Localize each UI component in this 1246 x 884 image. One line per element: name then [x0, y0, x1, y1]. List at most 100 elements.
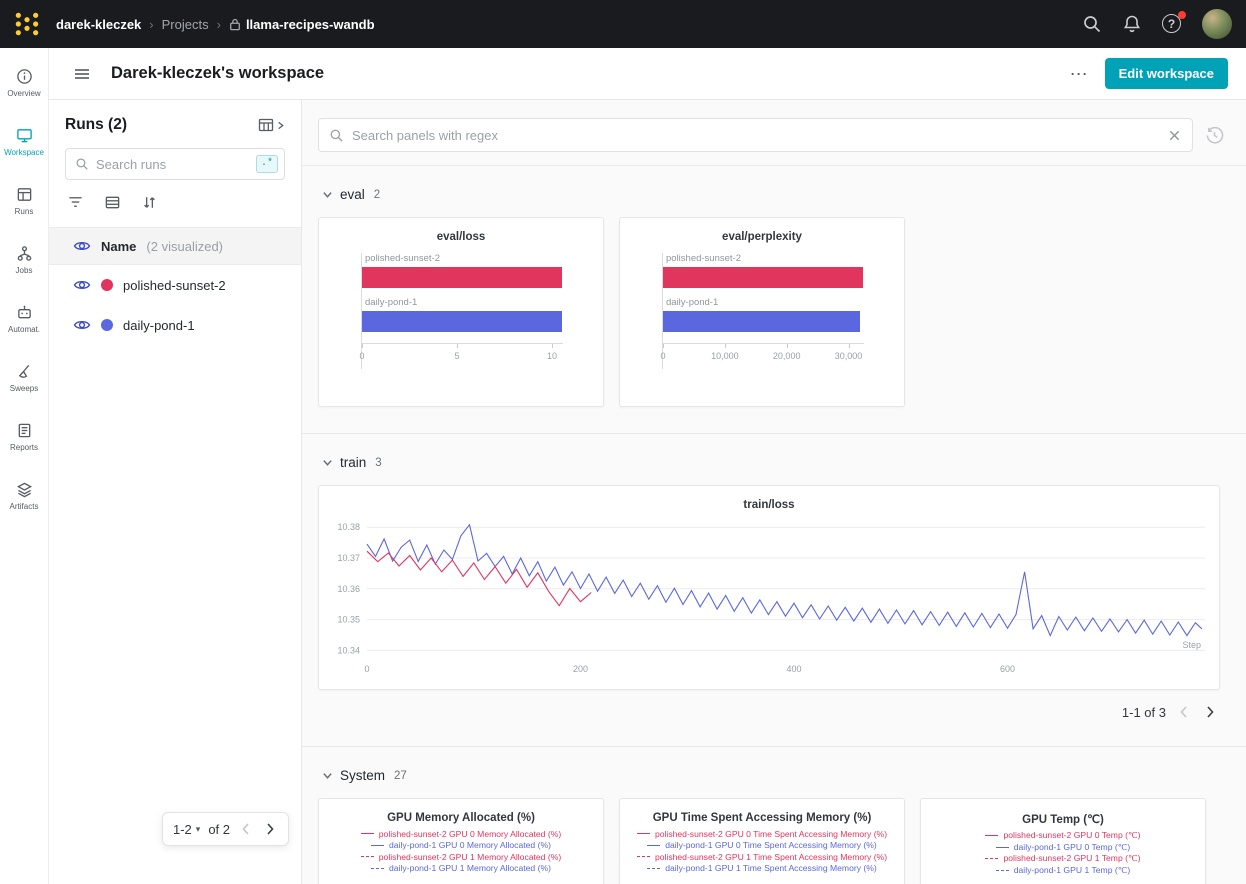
sort-icon[interactable]	[141, 194, 158, 211]
edit-workspace-button[interactable]: Edit workspace	[1105, 58, 1228, 89]
panel-title: eval/loss	[319, 218, 603, 245]
search-icon[interactable]	[1082, 14, 1102, 34]
train-loss-line-chart: 10.3810.3710.3610.3510.340200400600Step	[319, 513, 1219, 681]
help-button[interactable]: ?	[1162, 14, 1182, 34]
page-range: 1-2	[173, 822, 192, 837]
panel-gpu-time-accessing-memory[interactable]: GPU Time Spent Accessing Memory (%) poli…	[619, 798, 905, 884]
svg-text:600: 600	[1000, 664, 1015, 674]
panel-eval-loss[interactable]: eval/loss polished-sunset-2daily-pond-10…	[318, 217, 604, 407]
clear-x-icon[interactable]	[1167, 128, 1182, 143]
table-grid-icon	[258, 117, 274, 133]
rail-label: Jobs	[16, 266, 33, 275]
rail-label: Automat.	[8, 325, 40, 334]
runs-table-expand-button[interactable]	[258, 117, 285, 133]
notification-dot	[1178, 11, 1186, 19]
run-color-dot	[101, 279, 113, 291]
workspace-actions: ⋯ Edit workspace	[1070, 58, 1228, 89]
runs-search-input[interactable]	[96, 157, 249, 172]
rail-item-artifacts[interactable]: Artifacts	[0, 481, 48, 540]
workspace-title: Darek-kleczek's workspace	[111, 64, 324, 83]
section-train-header[interactable]: train 3	[318, 434, 1220, 485]
table-icon	[16, 186, 33, 203]
visibility-eye-icon[interactable]	[73, 237, 91, 255]
run-row-polished-sunset-2[interactable]: polished-sunset-2	[49, 265, 301, 305]
svg-text:10.36: 10.36	[337, 584, 360, 594]
kebab-menu-icon[interactable]: ⋯	[1070, 69, 1089, 79]
panels-search-box	[318, 118, 1193, 152]
run-name[interactable]: daily-pond-1	[123, 318, 195, 333]
wandb-logo[interactable]	[12, 9, 42, 39]
breadcrumb-project[interactable]: llama-recipes-wandb	[246, 17, 375, 32]
run-name[interactable]: polished-sunset-2	[123, 278, 226, 293]
group-list-icon[interactable]	[104, 194, 121, 211]
runs-name-column-header[interactable]: Name	[101, 239, 136, 254]
menu-hamburger-icon[interactable]	[73, 65, 91, 83]
reports-document-icon	[16, 422, 33, 439]
workspace-header: Darek-kleczek's workspace ⋯ Edit workspa…	[49, 48, 1246, 100]
train-page-label: 1-1 of 3	[1122, 705, 1166, 720]
workspace-icon	[16, 127, 33, 144]
rail-label: Overview	[7, 89, 40, 98]
section-system: System 27 GPU Memory Allocated (%) polis…	[302, 747, 1246, 884]
rail-item-sweeps[interactable]: Sweeps	[0, 363, 48, 422]
chevron-down-icon	[322, 457, 333, 468]
panel-eval-perplexity[interactable]: eval/perplexity polished-sunset-2daily-p…	[619, 217, 905, 407]
panel-title: GPU Memory Allocated (%)	[319, 799, 603, 826]
gpu-temp-chart: polished-sunset-2 GPU 0 Temp (℃)daily-po…	[921, 830, 1205, 884]
caret-down-icon: ▾	[196, 824, 201, 835]
runs-list-header: Name (2 visualized)	[49, 227, 301, 265]
breadcrumb-separator: ›	[217, 17, 221, 32]
section-eval-header[interactable]: eval 2	[318, 166, 1220, 217]
runs-sidebar: Runs (2) .*	[49, 100, 302, 884]
section-count: 27	[394, 770, 407, 782]
panel-title: GPU Temp (℃)	[921, 799, 1205, 828]
svg-text:10.35: 10.35	[337, 615, 360, 625]
panel-gpu-memory-allocated[interactable]: GPU Memory Allocated (%) polished-sunset…	[318, 798, 604, 884]
section-eval: eval 2 eval/loss polished-sunset-2daily-…	[302, 166, 1246, 434]
visibility-eye-icon[interactable]	[73, 316, 91, 334]
gpu-memory-chart: polished-sunset-2 GPU 0 Memory Allocated…	[319, 828, 603, 884]
panel-train-loss[interactable]: train/loss 10.3810.3710.3610.3510.340200…	[318, 485, 1220, 690]
rail-item-jobs[interactable]: Jobs	[0, 245, 48, 304]
visibility-eye-icon[interactable]	[73, 276, 91, 294]
panels-search-row	[302, 100, 1246, 166]
eval-perplexity-bar-chart: polished-sunset-2daily-pond-1010,00020,0…	[620, 253, 904, 369]
regex-toggle-button[interactable]: .*	[256, 155, 278, 173]
filter-funnel-icon[interactable]	[67, 194, 84, 211]
rail-item-runs[interactable]: Runs	[0, 186, 48, 245]
section-train: train 3 train/loss 10.3810.3710.3610.351…	[302, 434, 1246, 747]
chevron-right-icon[interactable]	[1202, 704, 1218, 720]
page-of-label: of 2	[208, 822, 230, 837]
breadcrumb-project-wrap: llama-recipes-wandb	[229, 17, 375, 32]
breadcrumb: darek-kleczek › Projects › llama-recipes…	[56, 17, 375, 32]
section-label: System	[340, 768, 385, 783]
automations-robot-icon	[16, 304, 33, 321]
rail-item-automations[interactable]: Automat.	[0, 304, 48, 363]
run-row-daily-pond-1[interactable]: daily-pond-1	[49, 305, 301, 345]
search-icon	[329, 128, 344, 143]
section-system-header[interactable]: System 27	[318, 747, 1220, 798]
chevron-left-icon[interactable]	[1176, 704, 1192, 720]
breadcrumb-projects[interactable]: Projects	[162, 17, 209, 32]
rail-item-workspace[interactable]: Workspace	[0, 127, 48, 186]
panel-title: GPU Time Spent Accessing Memory (%)	[620, 799, 904, 826]
panels-search-input[interactable]	[352, 128, 1159, 143]
wandb-logo-dots	[14, 11, 40, 37]
breadcrumb-user[interactable]: darek-kleczek	[56, 17, 141, 32]
notifications-bell-icon[interactable]	[1122, 14, 1142, 34]
rail-item-reports[interactable]: Reports	[0, 422, 48, 481]
panel-gpu-temp[interactable]: GPU Temp (℃) polished-sunset-2 GPU 0 Tem…	[920, 798, 1206, 884]
rows-per-page-dropdown[interactable]: 1-2 ▾	[173, 822, 200, 837]
rail-label: Artifacts	[10, 502, 39, 511]
chevron-right-icon[interactable]	[262, 821, 278, 837]
history-undo-icon[interactable]	[1205, 126, 1224, 145]
svg-text:400: 400	[786, 664, 801, 674]
panel-title: eval/perplexity	[620, 218, 904, 245]
section-label: eval	[340, 187, 365, 202]
breadcrumb-separator: ›	[149, 17, 153, 32]
chevron-left-icon[interactable]	[238, 821, 254, 837]
gpu-time-chart: polished-sunset-2 GPU 0 Time Spent Acces…	[620, 828, 904, 884]
user-avatar[interactable]	[1202, 9, 1232, 39]
rail-label: Reports	[10, 443, 38, 452]
rail-item-overview[interactable]: Overview	[0, 68, 48, 127]
